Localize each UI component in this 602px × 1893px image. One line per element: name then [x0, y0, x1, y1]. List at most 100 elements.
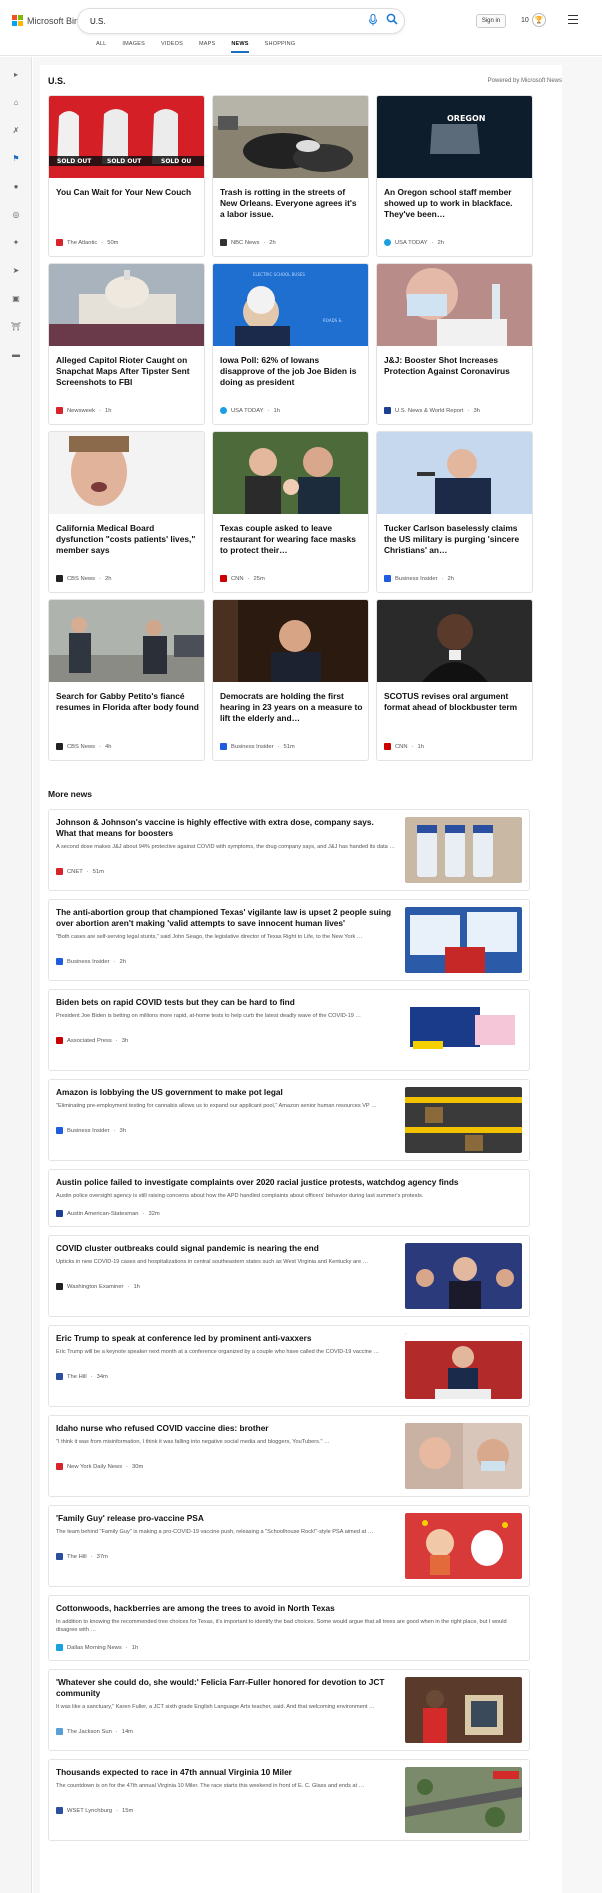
card-title: Texas couple asked to leave restaurant f…	[220, 523, 356, 555]
list-item[interactable]: Cottonwoods, hackberries are among the t…	[48, 1595, 530, 1661]
search-icon[interactable]	[386, 13, 398, 25]
item-source: Austin American-Statesman · 32m	[56, 1210, 160, 1217]
item-snippet: The team behind "Family Guy" is making a…	[56, 1529, 374, 1535]
list-item[interactable]: Idaho nurse who refused COVID vaccine di…	[48, 1415, 530, 1497]
separator-dot: ·	[90, 1553, 93, 1560]
rewards-count[interactable]: 10	[521, 17, 529, 24]
rocket-icon[interactable]: ➤	[11, 265, 21, 275]
time-ago: 2h	[104, 575, 112, 582]
separator-dot: ·	[115, 1728, 118, 1735]
news-card[interactable]: Alleged Capitol Rioter Caught on Snapcha…	[48, 263, 205, 425]
time-ago: 2h	[437, 239, 444, 246]
news-card[interactable]: Tucker Carlson baselessly claims the US …	[376, 431, 533, 593]
tab-images[interactable]: IMAGES	[114, 41, 153, 53]
source-logo-icon	[220, 743, 227, 750]
globe-icon[interactable]: ◎	[11, 209, 21, 219]
search-input[interactable]	[90, 14, 340, 28]
list-item[interactable]: Thousands expected to race in 47th annua…	[48, 1759, 530, 1841]
sign-in-button[interactable]: Sign in	[476, 14, 506, 28]
item-source: The Hill · 34m	[56, 1373, 108, 1380]
news-card[interactable]: Democrats are holding the first hearing …	[212, 599, 369, 761]
item-title: Idaho nurse who refused COVID vaccine di…	[56, 1423, 269, 1433]
search-box	[78, 9, 404, 33]
bing-logo[interactable]: Microsoft Bing	[12, 15, 84, 26]
item-snippet: Eric Trump will be a keynote speaker nex…	[56, 1349, 380, 1355]
source-logo-icon	[56, 1283, 63, 1290]
news-card[interactable]: ELECTRIC SCHOOL BUSES ROADS & Iowa Poll:…	[212, 263, 369, 425]
source-name: CNN	[231, 575, 244, 582]
list-item[interactable]: 'Family Guy' release pro-vaccine PSA The…	[48, 1505, 530, 1587]
tab-all[interactable]: ALL	[88, 41, 114, 53]
news-card[interactable]: Trash is rotting in the streets of New O…	[212, 95, 369, 257]
card-image	[49, 264, 204, 346]
tab-maps[interactable]: MAPS	[191, 41, 223, 53]
time-ago: 1h	[273, 407, 280, 414]
list-item[interactable]: Biden bets on rapid COVID tests but they…	[48, 989, 530, 1071]
powered-by[interactable]: Powered by Microsoft News	[488, 78, 562, 84]
card-image	[377, 264, 532, 346]
rewards-trophy-icon[interactable]: 🏆	[532, 13, 546, 27]
source-name: NBC News	[231, 239, 260, 246]
news-card[interactable]: California Medical Board dysfunction "co…	[48, 431, 205, 593]
menu-icon[interactable]	[568, 15, 578, 24]
card-source: Newsweek · 1h	[56, 407, 111, 414]
card-icon[interactable]: ▬	[11, 349, 21, 359]
list-item[interactable]: COVID cluster outbreaks could signal pan…	[48, 1235, 530, 1317]
list-item[interactable]: Amazon is lobbying the US government to …	[48, 1079, 530, 1161]
list-item[interactable]: 'Whatever she could do, she would:' Feli…	[48, 1669, 530, 1751]
news-card[interactable]: Search for Gabby Petito's fiancé resumes…	[48, 599, 205, 761]
source-name: The Hill	[67, 1553, 87, 1560]
list-item[interactable]: Austin police failed to investigate comp…	[48, 1169, 530, 1227]
list-item[interactable]: Johnson & Johnson's vaccine is highly ef…	[48, 809, 530, 891]
microphone-icon[interactable]	[368, 14, 378, 26]
source-name: Business Insider	[231, 743, 274, 750]
home-icon[interactable]: ⌂	[11, 97, 21, 107]
item-image	[405, 1243, 522, 1309]
card-source: Business Insider · 2h	[384, 575, 454, 582]
news-card[interactable]: J&J: Booster Shot Increases Protection A…	[376, 263, 533, 425]
card-title: Democrats are holding the first hearing …	[220, 691, 363, 723]
more-news-list: Johnson & Johnson's vaccine is highly ef…	[48, 809, 530, 1849]
list-item[interactable]: Eric Trump to speak at conference led by…	[48, 1325, 530, 1407]
tab-shopping[interactable]: SHOPPING	[257, 41, 304, 53]
source-logo-icon	[56, 407, 63, 414]
tab-news[interactable]: NEWS	[223, 41, 256, 53]
bank-icon[interactable]: ⛩	[11, 321, 21, 331]
source-logo-icon	[56, 239, 63, 246]
news-card[interactable]: Texas couple asked to leave restaurant f…	[212, 431, 369, 593]
scope-tabs: ALL IMAGES VIDEOS MAPS NEWS SHOPPING	[88, 41, 303, 53]
tools-icon[interactable]: ✗	[11, 125, 21, 135]
chevron-right-icon[interactable]: ▸	[11, 69, 21, 79]
time-ago: 2h	[269, 239, 276, 246]
svg-text:SOLD OUT: SOLD OUT	[57, 158, 92, 165]
card-source: CNN · 25m	[220, 575, 265, 582]
more-news-heading: More news	[48, 789, 92, 799]
item-title: Thousands expected to race in 47th annua…	[56, 1767, 292, 1777]
separator-dot: ·	[142, 1210, 145, 1217]
map-pin-icon[interactable]: ●	[11, 181, 21, 191]
news-card[interactable]: SCOTUS revises oral argument format ahea…	[376, 599, 533, 761]
source-name: CNN	[395, 743, 408, 750]
list-item[interactable]: The anti-abortion group that championed …	[48, 899, 530, 981]
news-card[interactable]: SOLD OUT SOLD OUT SOLD OU You Can Wait f…	[48, 95, 205, 257]
item-image	[405, 997, 522, 1063]
source-logo-icon	[56, 1127, 63, 1134]
sparkle-icon[interactable]: ✦	[11, 237, 21, 247]
source-logo-icon	[56, 1728, 63, 1735]
separator-dot: ·	[441, 575, 444, 582]
source-name: The Jackson Sun	[67, 1728, 112, 1735]
flag-icon[interactable]: ⚑	[11, 153, 21, 163]
separator-dot: ·	[431, 239, 434, 246]
item-title: The anti-abortion group that championed …	[56, 907, 392, 928]
item-title: Johnson & Johnson's vaccine is highly ef…	[56, 817, 374, 838]
source-name: CBS News	[67, 743, 96, 750]
tab-videos[interactable]: VIDEOS	[153, 41, 191, 53]
item-image	[405, 1513, 522, 1579]
separator-dot: ·	[99, 575, 101, 582]
source-logo-icon	[56, 1463, 63, 1470]
news-card[interactable]: OREGON An Oregon school staff member sho…	[376, 95, 533, 257]
source-logo-icon	[56, 958, 63, 965]
item-snippet: "I think it was from misinformation, I t…	[56, 1439, 330, 1445]
film-icon[interactable]: ▣	[11, 293, 21, 303]
item-image	[405, 1423, 522, 1489]
